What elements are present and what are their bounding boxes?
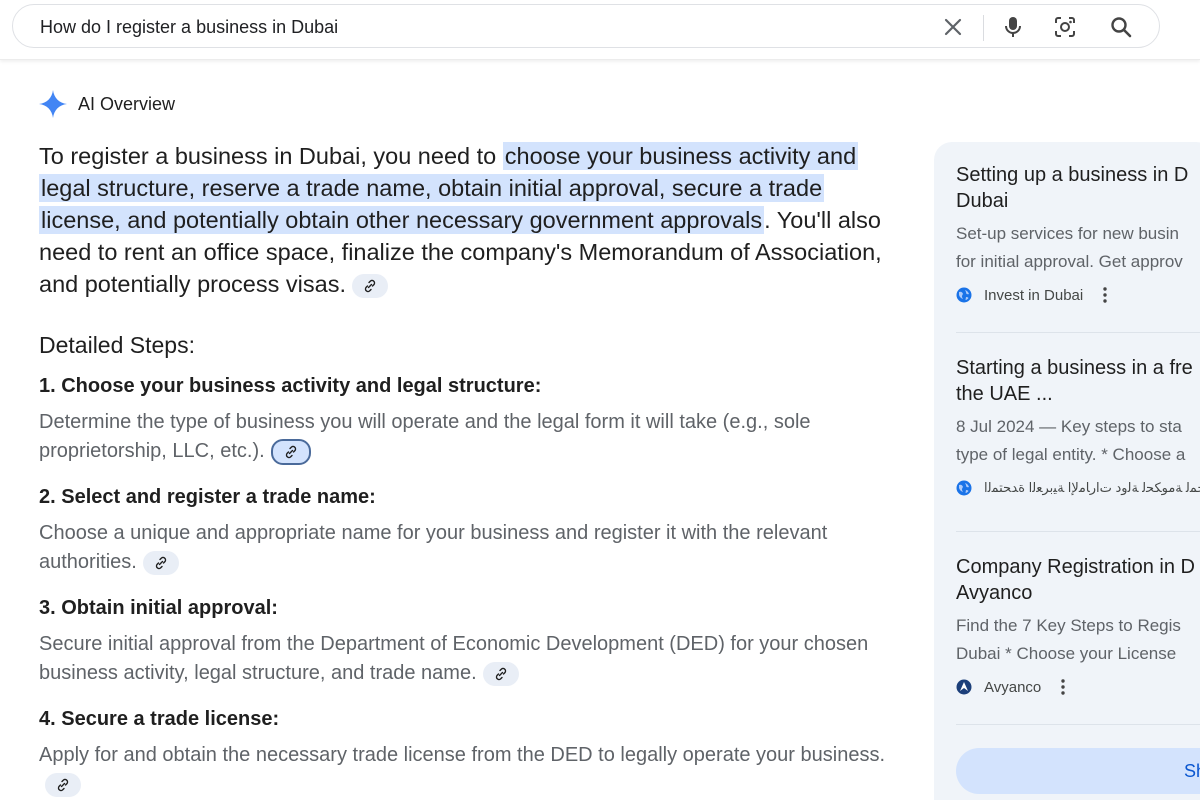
source-card-snippet: Find the 7 Key Steps to Regis Dubai * Cho… (956, 612, 1200, 668)
step-description: Secure initial approval from the Departm… (39, 630, 889, 688)
source-name: ﺔﻴﻤﺳﺮﻟا ﺔﺑﺍﻮﺒﻟا ﺔﺤﻤﻟ ﺔﻣﻮﻜﺤﻟ ﺔﻟﻭﺩ ﺕﺍﺭﺎﻣﻹا… (984, 480, 1200, 495)
link-icon (495, 667, 506, 680)
citation-link-button[interactable] (270, 438, 311, 465)
card-divider (956, 332, 1200, 333)
source-card[interactable]: Starting a business in a fre the UAE ...… (956, 355, 1200, 499)
source-name: Invest in Dubai (984, 286, 1084, 304)
search-input[interactable] (40, 15, 920, 39)
globe-icon (956, 480, 972, 496)
source-card-title[interactable]: the UAE ... (956, 381, 1200, 407)
snippet-line: Dubai * Choose your License (956, 644, 1177, 663)
ai-overview-header: AI Overview (38, 88, 175, 120)
link-icon (57, 778, 69, 791)
citation-link-button[interactable] (45, 772, 81, 797)
source-card-title[interactable]: Company Registration in D (956, 554, 1200, 580)
steps-title: Detailed Steps: (39, 332, 195, 358)
source-card-snippet: Set-up services for new busin for initial… (956, 220, 1200, 276)
close-icon (944, 18, 962, 36)
globe-icon (956, 287, 972, 303)
ai-overview-title: AI Overview (78, 93, 176, 114)
show-all-button[interactable]: Sh (956, 748, 1200, 794)
step-description-text: Determine the type of business you will … (39, 411, 811, 462)
intro-paragraph: To register a business in Dubai, you nee… (39, 140, 889, 300)
citation-link-button[interactable] (482, 661, 519, 686)
more-vert-icon (1061, 679, 1065, 695)
search-icon (1111, 17, 1132, 38)
link-icon (155, 556, 167, 569)
step-title: 3. Obtain initial approval: (39, 597, 278, 619)
link-icon (285, 445, 296, 458)
step-description-text: Apply for and obtain the necessary trade… (39, 744, 886, 766)
step-description-text: Secure initial approval from the Departm… (39, 633, 869, 684)
card-divider (956, 724, 1200, 725)
step-description: Determine the type of business you will … (39, 408, 889, 466)
step-title: 4. Secure a trade license: (39, 708, 280, 730)
source-card-title[interactable]: Setting up a business in D (956, 162, 1200, 188)
ai-overview-content: To register a business in Dubai, you nee… (39, 140, 889, 799)
source-card-title[interactable]: Avyanco (956, 580, 1200, 606)
source-card-title[interactable]: Dubai (956, 188, 1200, 214)
link-icon (364, 279, 376, 292)
search-button[interactable] (1107, 13, 1135, 41)
avyanco-logo-icon (956, 679, 972, 695)
intro-text: To register a business in Dubai, you nee… (39, 143, 503, 169)
source-name: Avyanco (984, 678, 1042, 696)
camera-lens-icon (1055, 17, 1075, 37)
snippet-line: Set-up services for new busin (956, 224, 1179, 243)
step-description: Apply for and obtain the necessary trade… (39, 741, 889, 799)
citation-link-button[interactable] (142, 550, 179, 575)
card-divider (956, 531, 1200, 532)
lens-search-button[interactable] (1051, 13, 1079, 41)
source-card[interactable]: Company Registration in D Avyanco Find t… (956, 554, 1200, 698)
source-card[interactable]: Setting up a business in D Dubai Set-up … (956, 162, 1200, 306)
search-box (12, 4, 1160, 48)
snippet-line: for initial approval. Get approv (956, 252, 1183, 271)
sparkle-icon (39, 90, 67, 118)
more-options-button[interactable] (1055, 677, 1071, 697)
source-attribution: Avyanco (956, 676, 1200, 698)
more-options-button[interactable] (1097, 285, 1113, 305)
source-attribution: ﺔﻴﻤﺳﺮﻟا ﺔﺑﺍﻮﺒﻟا ﺔﺤﻤﻟ ﺔﻣﻮﻜﺤﻟ ﺔﻟﻭﺩ ﺕﺍﺭﺎﻣﻹا… (956, 477, 1200, 499)
snippet-line: Find the 7 Key Steps to Regis (956, 616, 1181, 635)
search-header (0, 0, 1200, 60)
more-vert-icon (1103, 287, 1107, 303)
search-divider (983, 15, 984, 41)
snippet-line: 8 Jul 2024 — Key steps to sta (956, 417, 1182, 436)
source-attribution: Invest in Dubai (956, 284, 1200, 306)
source-card-title[interactable]: Starting a business in a fre (956, 355, 1200, 381)
clear-button[interactable] (939, 13, 967, 41)
step-title: 2. Select and register a trade name: (39, 486, 376, 508)
snippet-line: type of legal entity. * Choose a (956, 445, 1186, 464)
citation-link-button[interactable] (351, 273, 388, 298)
source-card-snippet: 8 Jul 2024 — Key steps to sta type of leg… (956, 413, 1200, 469)
step-description: Choose a unique and appropriate name for… (39, 519, 889, 577)
step-title: 1. Choose your business activity and leg… (39, 375, 542, 397)
microphone-icon (1005, 17, 1021, 37)
voice-search-button[interactable] (999, 13, 1027, 41)
sources-panel: Setting up a business in D Dubai Set-up … (934, 142, 1200, 800)
